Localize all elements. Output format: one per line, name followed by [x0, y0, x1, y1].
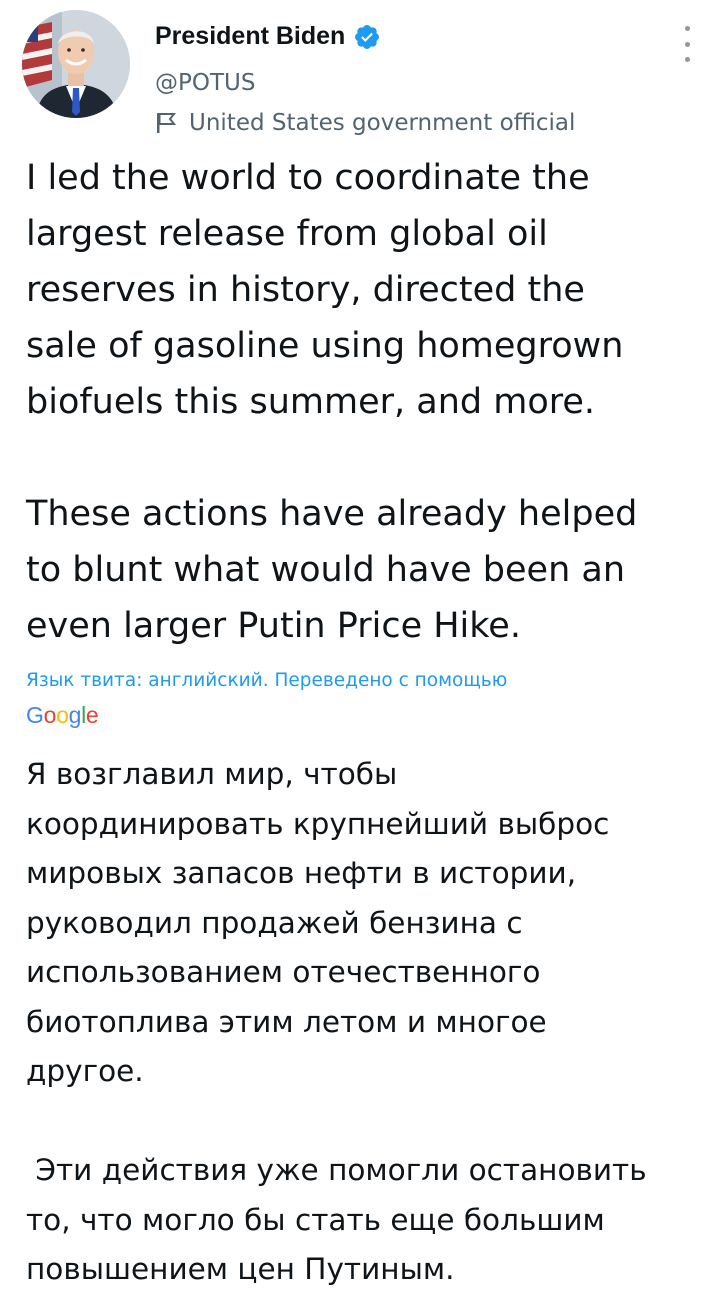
more-vertical-icon[interactable]: [681, 26, 693, 62]
account-label[interactable]: United States government official: [155, 110, 575, 136]
translated-text: Я возглавил мир, чтобы координировать кр…: [26, 757, 647, 1286]
account-label-text: United States government official: [189, 110, 576, 136]
author-handle[interactable]: @POTUS: [155, 70, 255, 96]
flag-icon: [155, 111, 177, 135]
google-logo-letter: g: [68, 702, 82, 728]
google-logo-letter: o: [43, 702, 57, 728]
google-logo[interactable]: Google: [26, 702, 99, 729]
translation-attribution[interactable]: Язык твита: английский. Переведено с пом…: [26, 670, 706, 691]
author-name-row[interactable]: President Biden: [155, 22, 381, 51]
avatar-photo-icon: [22, 10, 130, 118]
google-logo-letter: e: [85, 702, 99, 728]
author-display-name[interactable]: President Biden: [155, 22, 345, 51]
tweet-text: I led the world to coordinate the larges…: [26, 158, 638, 646]
google-letter: Google: [26, 702, 99, 728]
author-avatar[interactable]: [22, 10, 130, 118]
google-logo-letter: o: [56, 702, 69, 728]
verified-badge-icon: [353, 23, 381, 51]
google-logo-letter: G: [26, 702, 44, 728]
